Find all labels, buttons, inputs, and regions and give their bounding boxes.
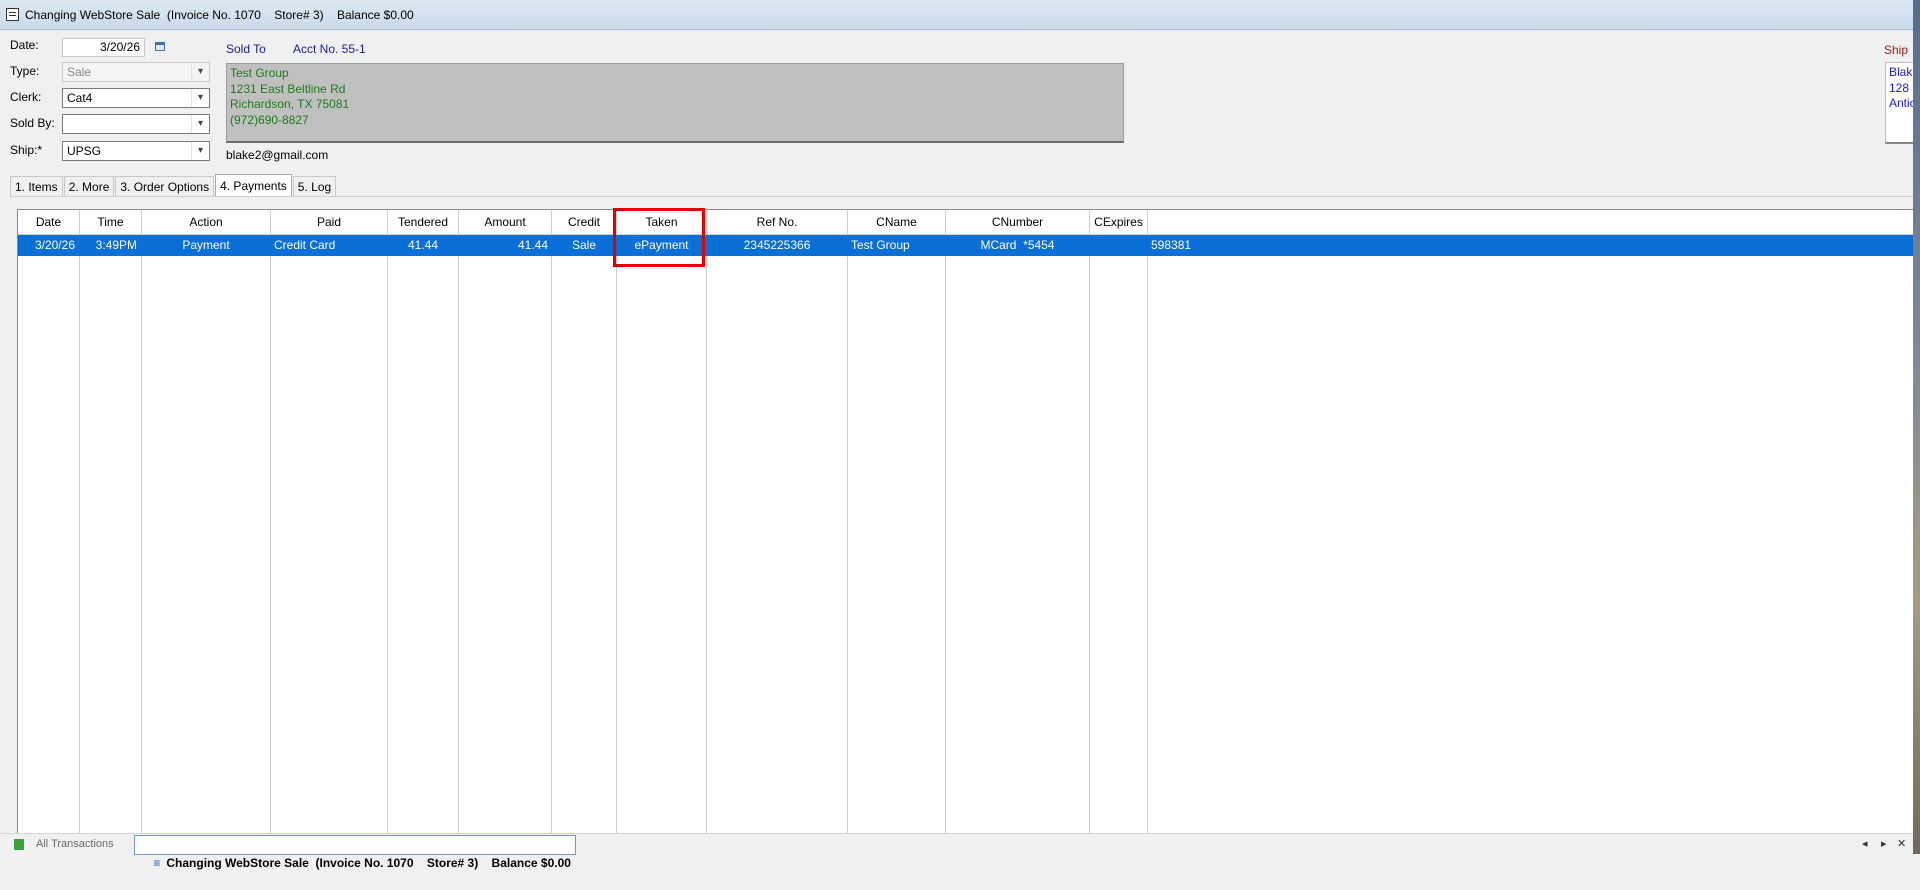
active-document-title: Changing WebStore Sale (Invoice No. 1070… (166, 856, 571, 870)
address-line: (972)690-8827 (230, 112, 309, 127)
column-header-date[interactable]: Date (18, 210, 79, 234)
clerk-value: Cat4 (67, 91, 93, 105)
active-document-tab[interactable]: ≡ Changing WebStore Sale (Invoice No. 107… (134, 835, 576, 870)
date-field[interactable]: 3/20/26 (62, 38, 145, 57)
column-header-cname[interactable]: CName (848, 210, 945, 234)
column-header-credit[interactable]: Credit (552, 210, 616, 234)
window-menu-icon[interactable] (6, 8, 19, 21)
type-select[interactable]: Sale ▾ (62, 62, 210, 82)
window-title: Changing WebStore Sale (Invoice No. 1070… (25, 7, 414, 22)
address-line: 1231 East Beltline Rd (230, 81, 346, 96)
cell-cname: Test Group (851, 238, 910, 252)
column-header-cnumber[interactable]: CNumber (946, 210, 1089, 234)
column-divider (458, 210, 459, 853)
sold-to-address[interactable]: Test Group 1231 East Beltline Rd Richard… (226, 63, 1124, 143)
column-divider (1147, 210, 1148, 853)
ship-to-label[interactable]: Ship (1884, 43, 1908, 57)
cell-date: 3/20/26 (34, 238, 75, 252)
sold-to-label[interactable]: Sold To (226, 42, 266, 56)
column-header-tendered[interactable]: Tendered (388, 210, 458, 234)
cell-paid: Credit Card (274, 238, 336, 252)
document-icon: ≡ (153, 856, 161, 870)
document-tab-bar: All Transactions ≡ Changing WebStore Sale… (0, 833, 1920, 870)
cell-amount: 41.44 (517, 238, 548, 252)
chevron-down-icon: ▾ (191, 142, 209, 160)
cell-auth-code: 598381 (1151, 238, 1192, 252)
column-header-time[interactable]: Time (80, 210, 141, 234)
chevron-down-icon: ▾ (191, 115, 209, 133)
address-line: Richardson, TX 75081 (230, 97, 350, 111)
column-divider (270, 210, 271, 853)
all-transactions-tab[interactable]: All Transactions (36, 838, 114, 850)
type-label: Type: (10, 64, 40, 78)
column-divider (706, 210, 707, 853)
tab-log[interactable]: 5. Log (292, 176, 337, 197)
ship-value: UPSG (67, 144, 102, 158)
customer-email: blake2@gmail.com (226, 148, 329, 162)
cell-credit: Sale (571, 238, 597, 252)
date-label: Date: (10, 38, 39, 52)
column-divider (387, 210, 388, 853)
tab-divider (10, 196, 1920, 197)
column-header-action[interactable]: Action (142, 210, 270, 234)
soldby-label: Sold By: (10, 116, 55, 130)
clerk-select[interactable]: Cat4 ▾ (62, 88, 210, 108)
column-divider (945, 210, 946, 853)
column-header-amount[interactable]: Amount (459, 210, 551, 234)
tab-strip: 1. Items 2. More 3. Order Options 4. Pay… (10, 174, 337, 197)
column-divider (79, 210, 80, 853)
column-divider (1089, 210, 1090, 853)
column-divider (141, 210, 142, 853)
tab-more[interactable]: 2. More (63, 176, 115, 197)
tab-payments[interactable]: 4. Payments (215, 174, 292, 197)
column-divider (551, 210, 552, 853)
tab-items[interactable]: 1. Items (10, 176, 63, 197)
column-header-paid[interactable]: Paid (271, 210, 387, 234)
scroll-left-icon[interactable]: ◂ (1862, 837, 1868, 850)
window-title-bar: Changing WebStore Sale (Invoice No. 1070… (0, 0, 1920, 30)
close-tab-icon[interactable]: ✕ (1897, 837, 1906, 850)
chevron-down-icon: ▾ (191, 89, 209, 107)
column-header-cexpires[interactable]: CExpires (1090, 210, 1147, 234)
cell-time: 3:49PM (95, 238, 137, 252)
clerk-label: Clerk: (10, 90, 42, 104)
taken-column-highlight (613, 208, 705, 267)
type-value: Sale (67, 65, 92, 79)
chevron-down-icon: ▾ (191, 63, 209, 81)
column-divider (847, 210, 848, 853)
scroll-right-icon[interactable]: ▸ (1881, 837, 1887, 850)
calendar-icon[interactable] (155, 42, 165, 51)
cell-cexpires (1090, 235, 1147, 256)
tab-order-options[interactable]: 3. Order Options (115, 176, 215, 197)
cell-action: Payment (182, 238, 230, 252)
column-divider (616, 210, 617, 853)
desktop-background-strip (1913, 0, 1920, 854)
ship-select[interactable]: UPSG ▾ (62, 141, 210, 161)
ship-label: Ship:* (10, 143, 43, 157)
column-header-refno[interactable]: Ref No. (707, 210, 847, 234)
transactions-icon[interactable] (14, 839, 24, 850)
cell-refno: 2345225366 (743, 238, 811, 252)
cell-tendered: 41.44 (407, 238, 439, 252)
cell-cnumber: MCard *5454 (980, 238, 1055, 252)
table-row[interactable]: 3/20/26 3:49PM Payment Credit Card 41.44… (18, 235, 1919, 256)
soldby-select[interactable]: ▾ (62, 114, 210, 134)
address-line: Test Group (230, 66, 289, 80)
acct-number: Acct No. 55-1 (293, 42, 366, 56)
payments-grid[interactable]: Date Time Action Paid Tendered Amount Cr… (17, 209, 1920, 854)
